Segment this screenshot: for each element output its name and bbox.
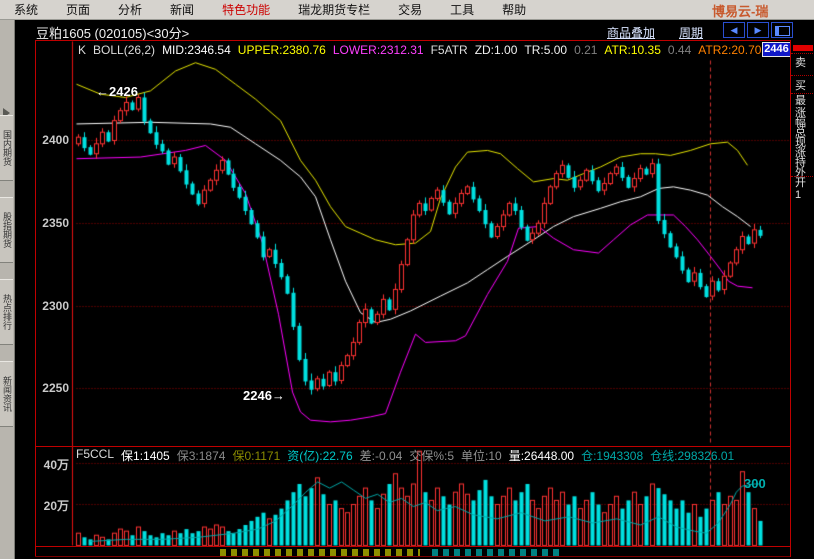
f5ccl-segment-7: 单位:10 <box>461 447 502 464</box>
boll-segment-1: BOLL(26,2) <box>93 43 155 57</box>
price-tick-label: 2250 <box>35 381 69 395</box>
boll-indicator-row: K BOLL(26,2) MID:2346.54 UPPER:2380.76 LOWER… <box>78 43 761 57</box>
f5ccl-segment-10: 仓线:298326.01 <box>650 447 734 464</box>
boll-segment-3: UPPER:2380.76 <box>238 43 326 57</box>
trading-app-window: 系统页面分析新闻特色功能瑞龙期货专栏交易工具帮助 博易云-瑞 国内期货股指期货热… <box>0 0 814 559</box>
frame-bottom-line <box>35 546 814 547</box>
price-tick-label: 2350 <box>35 216 69 230</box>
quote-field-label: 开 <box>795 178 806 189</box>
f5ccl-indicator-row: F5CCL 保1:1405 保3:1874 保0:1171 资(亿):22.76 差:-0… <box>76 447 734 464</box>
menu-bar: 系统页面分析新闻特色功能瑞龙期货专栏交易工具帮助 <box>0 0 814 20</box>
overlay-button[interactable]: 商品叠加 <box>607 24 655 41</box>
quote-field-label: 1 <box>795 190 801 201</box>
sidebar-tab-2[interactable]: 热点排行 <box>0 279 13 345</box>
sidebar-tabbar: 国内期货股指期货热点排行新闻资讯 <box>0 20 15 559</box>
menu-item-3[interactable]: 新闻 <box>156 1 208 18</box>
low-annotation: 2246→ <box>243 388 285 403</box>
candlestick-chart[interactable] <box>35 41 790 557</box>
boll-segment-11: ATR2:20.70 <box>698 43 761 57</box>
f5ccl-segment-2: 保3:1874 <box>177 447 226 464</box>
period-button[interactable]: 周期 <box>679 24 703 41</box>
quote-field-label: 买 <box>795 81 806 92</box>
price-tick-label: 2300 <box>35 299 69 313</box>
app-title: 博易云-瑞 <box>712 1 814 20</box>
menu-item-2[interactable]: 分析 <box>104 1 156 18</box>
boll-segment-2: MID:2346.54 <box>162 43 231 57</box>
boll-segment-9: ATR:10.35 <box>604 43 660 57</box>
menu-item-4[interactable]: 特色功能 <box>208 1 284 18</box>
ccl-value-label: 300 <box>744 476 766 491</box>
menu-item-6[interactable]: 交易 <box>384 1 436 18</box>
split-window-glyph <box>775 26 790 36</box>
menu-item-7[interactable]: 工具 <box>436 1 488 18</box>
boll-segment-5: F5ATR <box>431 43 468 57</box>
quote-separator <box>791 93 814 94</box>
menu-item-0[interactable]: 系统 <box>0 1 52 18</box>
sidebar-tab-0[interactable]: 国内期货 <box>0 115 13 181</box>
quote-panel: 卖买最涨幅总现涨持外开1 <box>790 40 814 557</box>
quote-red-bar <box>793 45 813 51</box>
f5ccl-segment-0: F5CCL <box>76 447 114 464</box>
high-annotation: ←2426 <box>96 84 138 99</box>
frame-top-line <box>35 40 814 41</box>
clipped-indicator-strip <box>432 549 562 556</box>
volume-tick-label: 20万 <box>35 497 69 514</box>
price-tick-label: 2400 <box>35 133 69 147</box>
menu-item-5[interactable]: 瑞龙期货专栏 <box>284 1 384 18</box>
quote-separator <box>791 75 814 76</box>
f5ccl-segment-9: 仓:1943308 <box>581 447 643 464</box>
boll-segment-8: 0.21 <box>574 43 597 57</box>
sidebar-tab-3[interactable]: 新闻资讯 <box>0 361 13 427</box>
f5ccl-segment-1: 保1:1405 <box>121 447 170 464</box>
sidebar-tab-1[interactable]: 股指期货 <box>0 197 13 263</box>
f5ccl-segment-6: 交保%:5 <box>409 447 454 464</box>
boll-segment-10: 0.44 <box>668 43 691 57</box>
boll-segment-4: LOWER:2312.31 <box>333 43 424 57</box>
forward-arrow-icon[interactable]: ▶ <box>747 22 769 38</box>
volume-tick-label: 40万 <box>35 456 69 473</box>
quote-separator <box>791 53 814 54</box>
f5ccl-segment-5: 差:-0.04 <box>360 447 403 464</box>
clipped-indicator-strip <box>220 549 420 556</box>
boll-segment-0: K <box>78 43 86 57</box>
frame-bottom-line-2 <box>35 556 814 557</box>
quote-separator <box>791 176 814 177</box>
boll-segment-7: TR:5.00 <box>524 43 567 57</box>
menu-item-1[interactable]: 页面 <box>52 1 104 18</box>
f5ccl-segment-3: 保0:1171 <box>232 447 280 464</box>
top-price-badge: 2446 <box>762 42 791 57</box>
quote-field-label: 最 <box>795 96 806 107</box>
f5ccl-segment-4: 资(亿):22.76 <box>287 447 352 464</box>
menu-item-8[interactable]: 帮助 <box>488 1 540 18</box>
split-window-icon[interactable] <box>771 22 793 38</box>
back-arrow-icon[interactable]: ◀ <box>723 22 745 38</box>
boll-segment-6: ZD:1.00 <box>475 43 518 57</box>
quote-field-label: 卖 <box>795 58 806 69</box>
f5ccl-segment-8: 量:26448.00 <box>509 447 574 464</box>
